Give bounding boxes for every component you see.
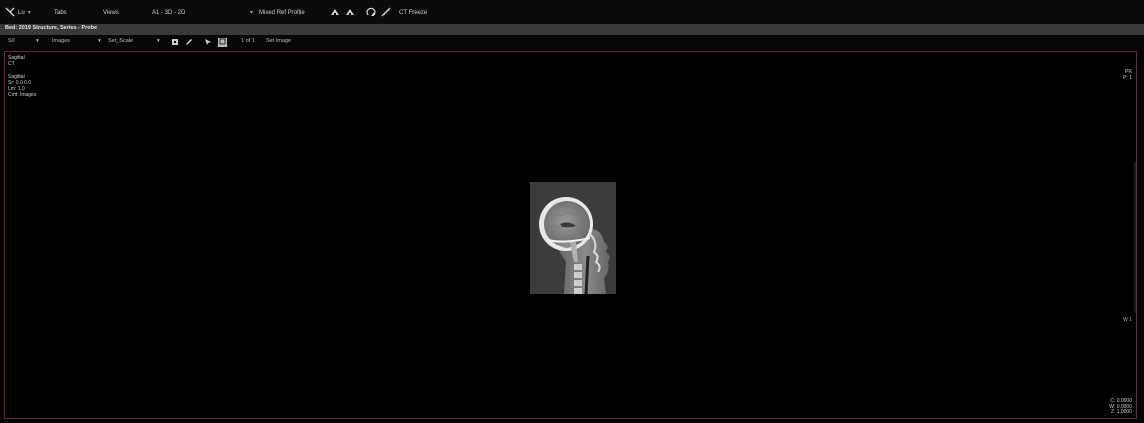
series-strip: Bed: 2019 Structure, Series - Probe xyxy=(0,24,1144,35)
measure-tool[interactable] xyxy=(381,7,391,19)
top-toolbar: Lu ▾ Tabs Views A1 - 3D - 2D ▾ Mixed Ref… xyxy=(0,0,1144,24)
head-sagittal-graphic xyxy=(530,182,616,295)
menu-views-label: Views xyxy=(103,9,119,16)
window-level-icon xyxy=(330,7,340,19)
pencil-icon xyxy=(185,38,193,48)
rotate-tool[interactable] xyxy=(366,7,376,19)
frame-counter: 1 of 1 xyxy=(241,38,255,44)
menu-tabs-label: Tabs xyxy=(54,9,67,16)
pointer-button[interactable] xyxy=(203,38,212,47)
window-level-tool[interactable] xyxy=(330,8,340,17)
image-mode-selector[interactable]: Images xyxy=(52,38,70,45)
rotate-icon xyxy=(366,7,376,19)
app-logo[interactable] xyxy=(5,7,15,19)
layout-selector[interactable]: A1 - 3D - 2D xyxy=(152,8,185,17)
overlay-line: Z: 1.0000 xyxy=(1110,409,1132,416)
pan-icon xyxy=(345,7,355,19)
menu-view-label: Lu xyxy=(18,9,25,16)
chevron-down-icon: ▾ xyxy=(27,9,31,16)
layout-selector-label: A1 - 3D - 2D xyxy=(152,9,186,16)
logo-icon xyxy=(5,7,15,19)
overlay-top-left: Sagittal CT Sagittal Sr: 0.0 0.0 Lm: 1.0… xyxy=(8,55,36,98)
pointer-icon xyxy=(204,38,212,48)
slice-scrollbar[interactable] xyxy=(1134,162,1136,312)
series-description: Bed: 2019 Structure, Series - Probe xyxy=(5,25,98,31)
scale-selector[interactable]: Set_Scale xyxy=(108,38,133,45)
overlay-line: Cmt: Images xyxy=(8,92,37,99)
tools-label: Mixed Ref Profile xyxy=(259,9,305,16)
frame-label[interactable]: Set Image xyxy=(266,38,291,45)
select-icon xyxy=(219,38,226,47)
menu-view[interactable]: Lu ▾ xyxy=(18,8,31,17)
chevron-down-icon[interactable]: ▾ xyxy=(157,38,160,45)
ct-scan-image[interactable] xyxy=(530,182,616,295)
overlay-mid-right: W 1 xyxy=(1123,317,1132,323)
overlay-line: P: 1 xyxy=(1123,75,1132,82)
pan-tool[interactable] xyxy=(345,8,355,17)
overlay-top-right: PR P: 1 xyxy=(1123,69,1132,81)
reset-button[interactable] xyxy=(170,38,179,47)
tools-dropdown[interactable]: ▾ Mixed Ref Profile xyxy=(250,8,305,17)
chevron-down-icon[interactable]: ▾ xyxy=(98,38,101,45)
reset-icon xyxy=(171,38,179,48)
viewer-controls: S/I ▾ Images ▾ Set_Scale ▾ 1 of 1 Set Im… xyxy=(0,35,1144,50)
overlay-bottom-right: C: 0.0000 W: 0.0000 Z: 1.0000 xyxy=(1109,399,1132,416)
chevron-down-icon[interactable]: ▾ xyxy=(36,38,39,45)
orientation-selector[interactable]: S/I xyxy=(8,38,15,45)
cursor-freeze[interactable]: CT Freeze xyxy=(399,8,427,17)
menu-tabs[interactable]: Tabs xyxy=(54,8,67,17)
measure-icon xyxy=(381,7,391,19)
select-button[interactable] xyxy=(218,38,227,47)
pencil-button[interactable] xyxy=(184,38,193,47)
image-viewport[interactable]: Sagittal CT Sagittal Sr: 0.0 0.0 Lm: 1.0… xyxy=(4,51,1137,419)
menu-views[interactable]: Views xyxy=(103,8,119,17)
chevron-down-icon: ▾ xyxy=(250,9,254,16)
cursor-freeze-label: CT Freeze xyxy=(399,9,428,16)
